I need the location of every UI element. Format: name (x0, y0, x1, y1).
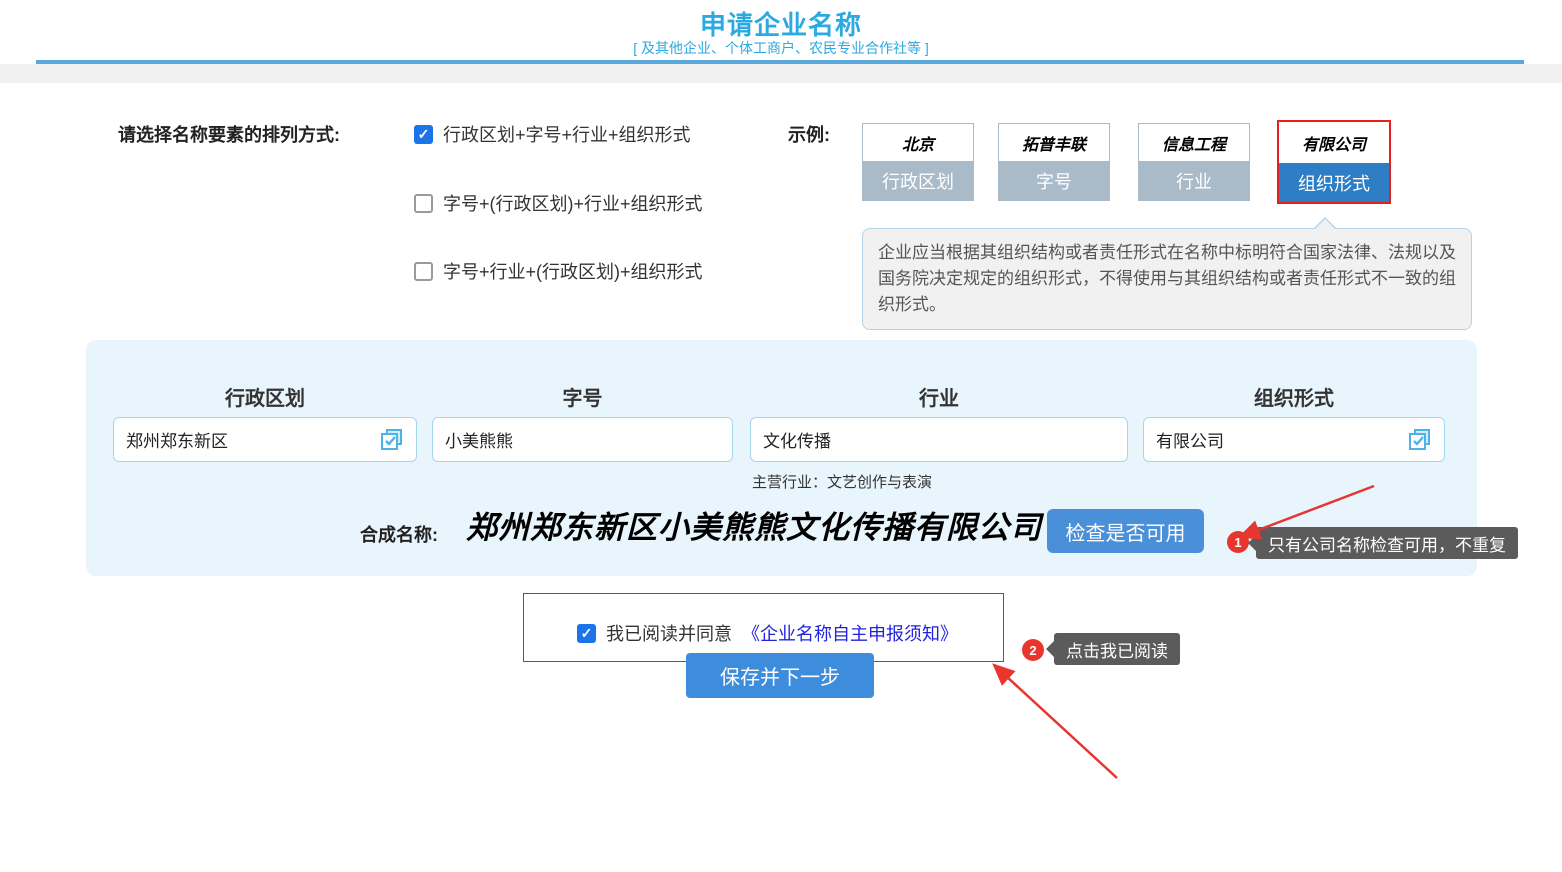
example-box-organization-form: 有限公司 组织形式 (1277, 120, 1391, 204)
annotation-step-2-tooltip: 点击我已阅读 (1054, 633, 1180, 665)
composed-name-value: 郑州郑东新区小美熊熊文化传播有限公司 (466, 502, 1042, 547)
page: 申请企业名称 [ 及其他企业、个体工商户、农民专业合作社等 ] 请选择名称要素的… (0, 0, 1562, 872)
tooltip-pointer-icon (1315, 219, 1335, 229)
annotation-step-1-badge: 1 (1227, 531, 1249, 553)
agreement-text: 我已阅读并同意 (606, 620, 732, 646)
field-label-organization-form: 组织形式 (1143, 382, 1445, 411)
checkbox-unchecked-icon[interactable] (414, 194, 433, 213)
example-box-value: 有限公司 (1279, 122, 1389, 163)
field-label-industry: 行业 (750, 382, 1128, 411)
annotation-step-2-text: 点击我已阅读 (1066, 637, 1168, 662)
save-next-button[interactable]: 保存并下一步 (686, 653, 874, 698)
example-box-value: 信息工程 (1139, 124, 1249, 161)
annotation-step-1-text: 只有公司名称检查可用，不重复 (1268, 531, 1506, 556)
admin-division-input[interactable]: 郑州郑东新区 (113, 417, 417, 462)
composed-name-label: 合成名称: (360, 521, 438, 547)
checkbox-checked-icon[interactable] (414, 125, 433, 144)
arrangement-option-1[interactable]: 行政区划+字号+行业+组织形式 (414, 122, 691, 146)
industry-value: 文化传播 (763, 427, 831, 452)
header-gray-bar (0, 64, 1562, 83)
field-label-admin-division: 行政区划 (113, 382, 417, 411)
picker-icon[interactable] (378, 428, 404, 452)
industry-input[interactable]: 文化传播 (750, 417, 1128, 462)
arrangement-option-2[interactable]: 字号+(行政区划)+行业+组织形式 (414, 191, 703, 215)
example-box-value: 拓普丰联 (999, 124, 1109, 161)
picker-icon[interactable] (1406, 428, 1432, 452)
arrow-to-agreement-box (994, 665, 1117, 778)
declaration-notice-link[interactable]: 《企业名称自主申报须知》 (742, 620, 958, 646)
arrangement-section-label: 请选择名称要素的排列方式: (118, 121, 340, 147)
page-subtitle: [ 及其他企业、个体工商户、农民专业合作社等 ] (0, 38, 1562, 58)
example-section-label: 示例: (788, 121, 830, 147)
example-box-category: 行政区划 (863, 161, 973, 200)
check-availability-button[interactable]: 检查是否可用 (1047, 509, 1204, 553)
tooltip-pointer-icon (1248, 535, 1256, 551)
field-label-trade-name: 字号 (432, 382, 733, 411)
example-box-admin-division: 北京 行政区划 (862, 123, 974, 201)
example-box-value: 北京 (863, 124, 973, 161)
example-box-category: 字号 (999, 161, 1109, 200)
checkbox-unchecked-icon[interactable] (414, 262, 433, 281)
example-box-category: 组织形式 (1279, 163, 1389, 202)
arrangement-option-3[interactable]: 字号+行业+(行政区划)+组织形式 (414, 259, 703, 283)
agreement-checkbox[interactable] (577, 624, 596, 643)
organization-form-input[interactable]: 有限公司 (1143, 417, 1445, 462)
agreement-row: 我已阅读并同意 《企业名称自主申报须知》 (577, 620, 958, 646)
trade-name-value: 小美熊熊 (445, 427, 513, 452)
trade-name-input[interactable]: 小美熊熊 (432, 417, 733, 462)
tooltip-pointer-icon (1046, 641, 1054, 657)
organization-form-note: 企业应当根据其组织结构或者责任形式在名称中标明符合国家法律、法规以及国务院决定规… (862, 228, 1472, 330)
arrangement-option-label: 字号+行业+(行政区划)+组织形式 (443, 258, 703, 284)
annotation-step-1-tooltip: 只有公司名称检查可用，不重复 (1256, 527, 1518, 559)
organization-form-note-text: 企业应当根据其组织结构或者责任形式在名称中标明符合国家法律、法规以及国务院决定规… (878, 243, 1456, 314)
example-box-category: 行业 (1139, 161, 1249, 200)
arrangement-option-label: 行政区划+字号+行业+组织形式 (443, 121, 691, 147)
example-box-industry: 信息工程 行业 (1138, 123, 1250, 201)
organization-form-value: 有限公司 (1156, 427, 1224, 452)
page-title: 申请企业名称 (0, 5, 1562, 42)
arrangement-option-label: 字号+(行政区划)+行业+组织形式 (443, 190, 703, 216)
main-industry-hint: 主营行业：文艺创作与表演 (752, 471, 932, 492)
example-box-trade-name: 拓普丰联 字号 (998, 123, 1110, 201)
admin-division-value: 郑州郑东新区 (126, 427, 228, 452)
annotation-step-2-badge: 2 (1022, 639, 1044, 661)
